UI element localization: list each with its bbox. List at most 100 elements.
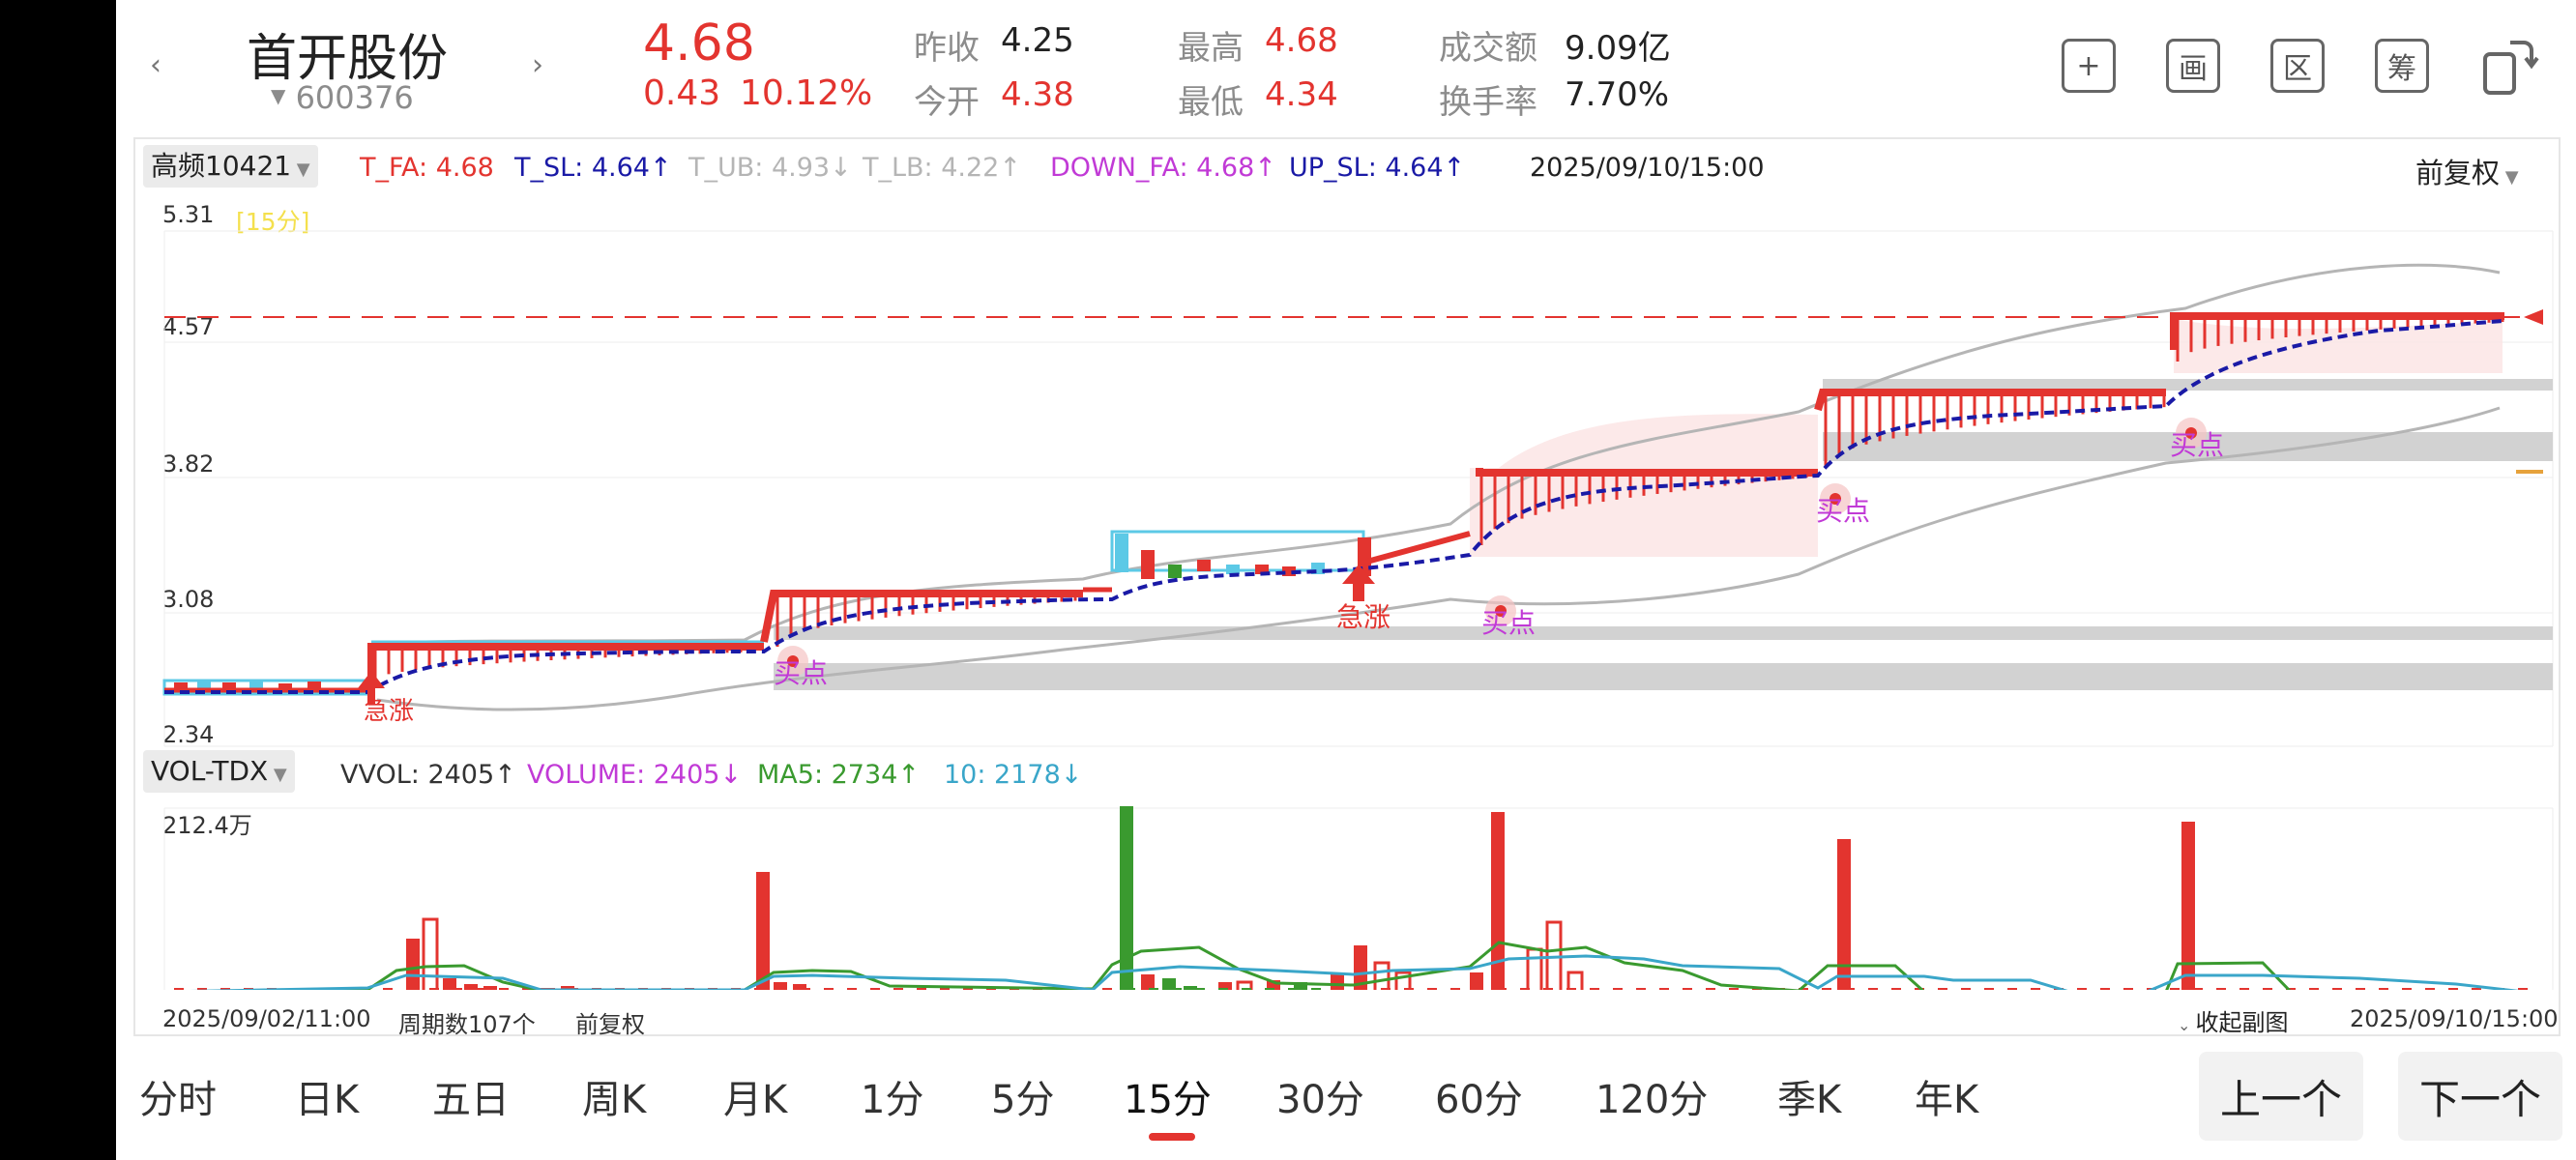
chevron-down-icon: ▼ (271, 84, 286, 107)
tab-1min[interactable]: 1分 (861, 1068, 923, 1124)
volume-bar (483, 986, 497, 990)
volume-bar (499, 988, 509, 990)
volume-bar (1590, 988, 1599, 990)
prev-stock-arrow-icon[interactable]: ‹ (150, 48, 161, 82)
volume-bar (2448, 988, 2458, 990)
volume-chart[interactable] (135, 806, 2559, 990)
volume-bar (1566, 988, 1576, 990)
volume-bar (1938, 988, 1947, 990)
draw-button[interactable]: 画 (2166, 39, 2220, 93)
tab-15min[interactable]: 15分 (1124, 1068, 1212, 1124)
footer-start-date: 2025/09/02/11:00 (162, 1005, 371, 1032)
volume-bar (464, 984, 478, 990)
tab-season-k[interactable]: 季K (1777, 1068, 1841, 1124)
active-tab-indicator (1149, 1133, 1195, 1141)
tab-120min[interactable]: 120分 (1595, 1068, 1708, 1124)
rotate-screen-icon[interactable] (2481, 35, 2539, 97)
volume-bar (1120, 806, 1133, 990)
trend-shade (2174, 319, 2503, 373)
current-price: 4.68 (643, 14, 755, 72)
high-value: 4.68 (1265, 21, 1338, 60)
buy-point-label: 买点 (1481, 607, 1536, 639)
volume-bar (1891, 988, 1901, 990)
chip-icon: 筹 (2387, 52, 2416, 86)
tab-year-k[interactable]: 年K (1915, 1068, 1978, 1124)
open-value: 4.38 (1001, 75, 1074, 114)
collapse-subchart-button[interactable]: ⌄ 收起副图 (2178, 1003, 2289, 1037)
volume-bar (893, 988, 903, 990)
next-button[interactable]: 下一个 (2398, 1052, 2562, 1141)
volume-bar (1373, 961, 1390, 990)
tab-week-k[interactable]: 周K (582, 1068, 646, 1124)
volume-bar (1520, 988, 1530, 990)
volume-bar (824, 988, 834, 990)
volume-bar (406, 939, 420, 990)
support-band (774, 663, 2553, 690)
tab-five-day[interactable]: 五日 (432, 1068, 510, 1124)
next-stock-arrow-icon[interactable]: › (532, 48, 543, 82)
stock-code-selector[interactable]: ▼ 600376 (271, 79, 414, 116)
tab-5min[interactable]: 5分 (991, 1068, 1054, 1124)
volume-bar (847, 988, 857, 990)
range-button[interactable]: 区 (2270, 39, 2325, 93)
buy-point-label: 买点 (1816, 495, 1870, 527)
volume-bar (2263, 988, 2272, 990)
vol-ma5: MA5: 2734↑ (757, 760, 920, 790)
volume-bar (2356, 988, 2365, 990)
volume-bar (2518, 988, 2528, 990)
chevron-down-icon: ⌄ (2178, 1016, 2196, 1034)
volume-bar (1470, 972, 1483, 990)
tab-month-k[interactable]: 月K (723, 1068, 787, 1124)
stock-code: 600376 (295, 79, 414, 116)
volume-bar (1474, 988, 1483, 990)
volume-bar (1683, 988, 1692, 990)
footer-adjust: 前复权 (575, 1011, 645, 1038)
volume-bar (1102, 988, 1112, 990)
price-change-pct: 10.12% (740, 73, 873, 113)
volume-bar (2123, 988, 2133, 990)
volume-bar (1961, 988, 1971, 990)
prev-close-label: 昨收 (914, 29, 980, 68)
high-label: 最高 (1178, 29, 1244, 68)
volume-bar (1837, 839, 1851, 990)
volume-bar (1868, 988, 1878, 990)
tab-fenshi[interactable]: 分时 (139, 1068, 217, 1124)
volume-bar (429, 988, 439, 990)
volume-bar (1311, 988, 1321, 990)
volume-bar (1659, 988, 1669, 990)
buy-point-label: 买点 (774, 657, 828, 689)
add-watchlist-button[interactable]: + (2062, 39, 2116, 93)
volume-bar (1566, 971, 1584, 990)
volume-bar (2193, 988, 2203, 990)
volume-bar (406, 988, 416, 990)
amount-label: 成交额 (1439, 29, 1537, 68)
volume-bar (174, 988, 184, 990)
turnover-value: 7.70% (1565, 75, 1670, 114)
draw-icon: 画 (2179, 52, 2208, 86)
volume-bar (1526, 947, 1543, 990)
volume-bar (1984, 988, 1994, 990)
chevron-down-icon: ▼ (268, 765, 287, 785)
volume-bar (1845, 988, 1855, 990)
prev-button[interactable]: 上一个 (2199, 1052, 2363, 1141)
tab-60min[interactable]: 60分 (1435, 1068, 1523, 1124)
volume-bar (1195, 988, 1205, 990)
current-price-marker (2524, 309, 2543, 325)
price-chart[interactable]: 急涨 急涨 买点 买点 买点 买点 (135, 139, 2559, 748)
volume-bar (1404, 988, 1414, 990)
volume-bar (1126, 988, 1135, 990)
tab-day-k[interactable]: 日K (295, 1068, 359, 1124)
range-icon: 区 (2283, 52, 2312, 86)
open-label: 今开 (914, 83, 980, 122)
volume-bar (453, 988, 462, 990)
chip-distribution-button[interactable]: 筹 (2375, 39, 2429, 93)
volume-bar (1706, 988, 1715, 990)
footer-end-date: 2025/09/10/15:00 (2350, 1005, 2559, 1032)
app-screen: ‹ 首开股份 ▼ 600376 › 4.68 0.43 10.12% 昨收 4.… (116, 0, 2576, 1160)
volume-bar (754, 988, 764, 990)
volume-indicator-selector[interactable]: VOL-TDX ▼ (143, 750, 295, 793)
volume-bar (1427, 988, 1437, 990)
volume-bar (2216, 988, 2226, 990)
volume-bar (1636, 988, 1646, 990)
tab-30min[interactable]: 30分 (1276, 1068, 1364, 1124)
